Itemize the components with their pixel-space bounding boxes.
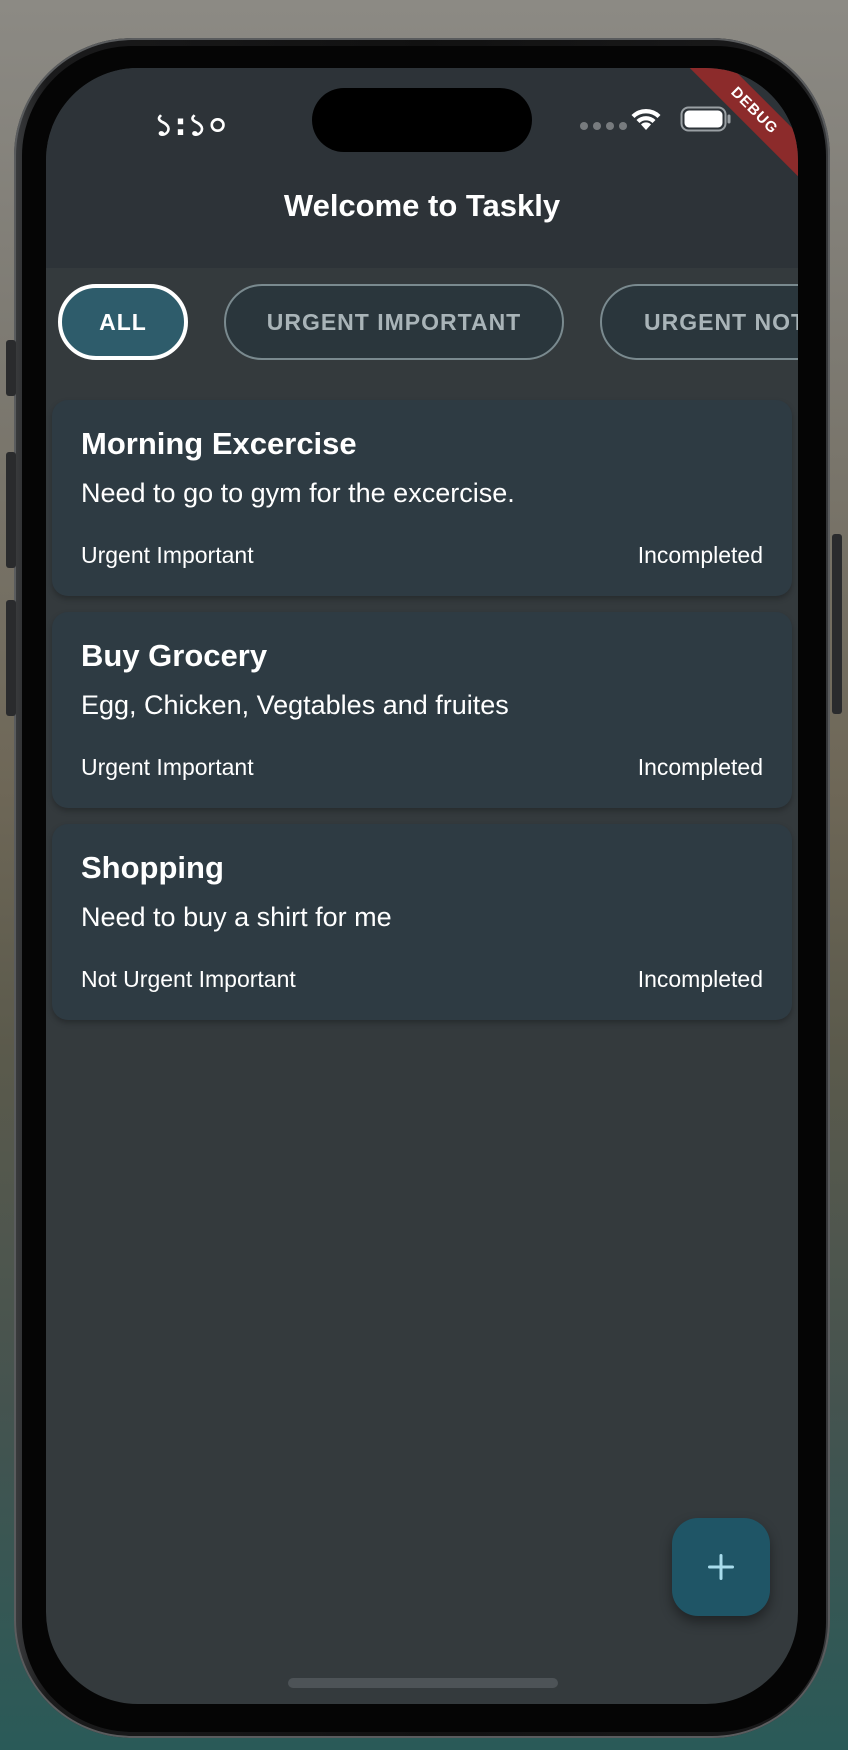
task-priority: Not Urgent Important [81, 966, 296, 992]
task-title: Shopping [81, 850, 224, 885]
filter-chip-urgent-not[interactable]: URGENT NOT [600, 284, 798, 360]
task-card[interactable]: Shopping Need to buy a shirt for me Not … [52, 824, 792, 1020]
task-description: Egg, Chicken, Vegtables and fruites [81, 690, 509, 720]
task-description: Need to go to gym for the excercise. [81, 478, 515, 508]
task-status: Incompleted [637, 754, 763, 780]
task-title: Buy Grocery [81, 638, 268, 673]
task-priority: Urgent Important [81, 754, 254, 780]
filter-chip-all[interactable]: ALL [58, 284, 188, 360]
task-description: Need to buy a shirt for me [81, 902, 392, 932]
plus-icon [708, 1554, 734, 1580]
task-status: Incompleted [637, 542, 763, 568]
side-button-volume-up [6, 452, 16, 568]
filter-chip-bar: ALL URGENT IMPORTANT URGENT NOT [58, 284, 798, 364]
task-card[interactable]: Buy Grocery Egg, Chicken, Vegtables and … [52, 612, 792, 808]
side-button-volume-down [6, 600, 16, 716]
app-screen: ১:১০ DEBUG Welcome to Taskly ALL URGENT … [46, 68, 798, 1704]
cellular-signal-icon [580, 122, 627, 130]
status-time: ১:১০ [154, 108, 229, 143]
task-title: Morning Excercise [81, 426, 357, 461]
home-indicator[interactable] [288, 1678, 558, 1688]
filter-chip-urgent-important[interactable]: URGENT IMPORTANT [224, 284, 564, 360]
app-bar: ১:১০ DEBUG Welcome to Taskly [46, 68, 798, 268]
dynamic-island [312, 88, 532, 152]
wifi-icon [631, 108, 661, 130]
side-button-power [832, 534, 842, 714]
task-priority: Urgent Important [81, 542, 254, 568]
task-status: Incompleted [637, 966, 763, 992]
add-task-button[interactable] [672, 1518, 770, 1616]
page-title: Welcome to Taskly [283, 188, 561, 223]
side-button-silent [6, 340, 16, 396]
task-card[interactable]: Morning Excercise Need to go to gym for … [52, 400, 792, 596]
battery-icon [680, 106, 731, 132]
